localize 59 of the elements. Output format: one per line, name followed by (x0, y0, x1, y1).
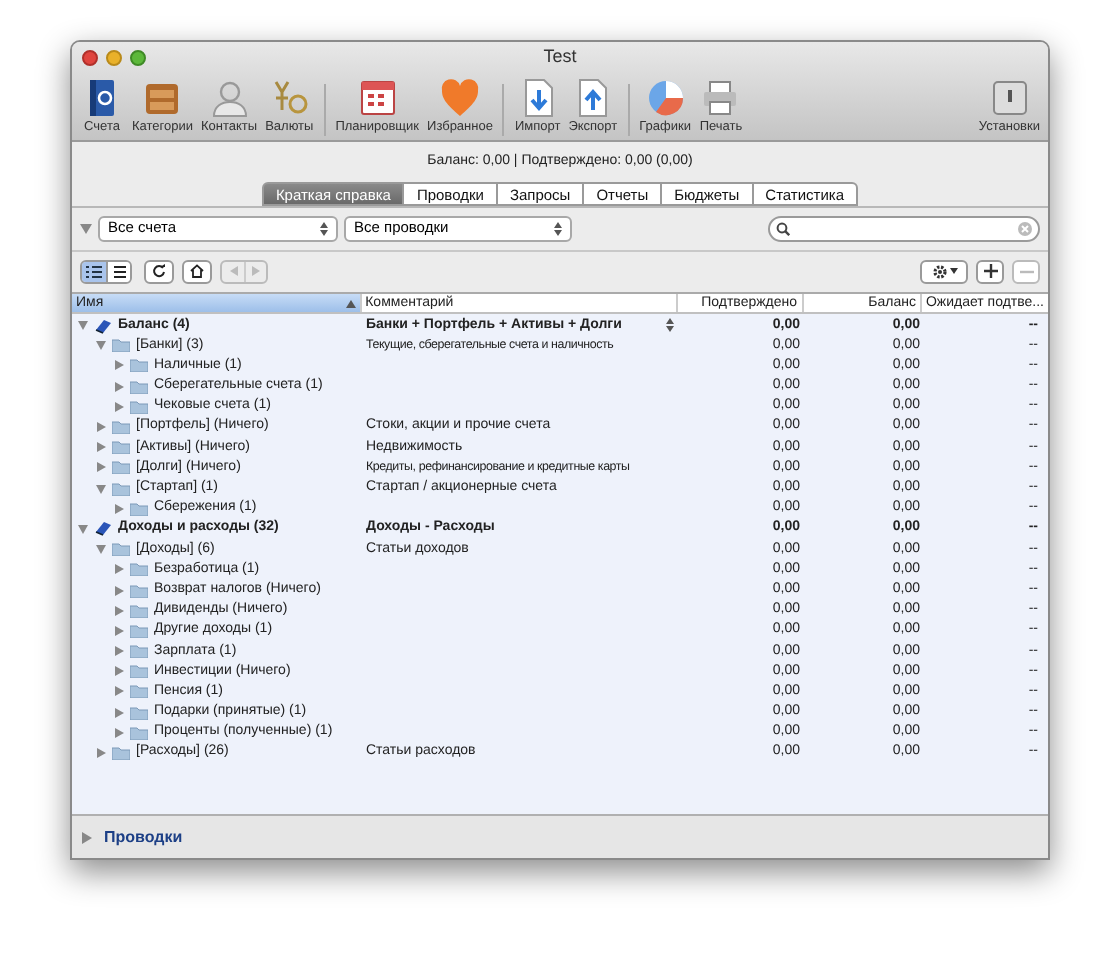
disclosure-icon[interactable] (78, 320, 88, 331)
heart-icon (437, 76, 482, 120)
disclosure-icon[interactable] (114, 605, 124, 616)
disclosure-icon[interactable] (96, 544, 106, 555)
disclosure-icon[interactable] (114, 503, 124, 514)
disclosure-icon[interactable] (114, 646, 124, 657)
list-icon (86, 265, 102, 277)
person-icon (207, 76, 252, 120)
stepper-icon (320, 221, 328, 235)
list-view-button[interactable] (106, 261, 130, 281)
search-field[interactable] (768, 215, 1040, 241)
book-icon (94, 317, 112, 334)
pie-chart-icon (643, 76, 688, 120)
disclosure-icon[interactable] (114, 360, 124, 371)
home-button[interactable] (182, 259, 212, 283)
minus-icon (1019, 269, 1033, 273)
search-icon (776, 221, 790, 235)
zoom-button[interactable] (130, 50, 146, 66)
disclosure-icon[interactable] (114, 707, 124, 718)
add-button[interactable] (976, 259, 1004, 283)
book-icon (94, 520, 112, 537)
disclosure-icon[interactable] (114, 585, 124, 596)
caret-icon (949, 268, 957, 274)
stepper-icon[interactable] (666, 318, 674, 333)
window-title: Test (543, 44, 577, 71)
action-menu-button[interactable] (920, 259, 968, 283)
disclosure-icon[interactable] (114, 666, 124, 677)
disclosure-icon[interactable] (82, 831, 92, 843)
disclosure-icon[interactable] (96, 483, 106, 494)
refresh-button[interactable] (144, 259, 174, 283)
outline-view-button[interactable] (82, 261, 106, 281)
section-title[interactable]: Проводки (104, 825, 183, 849)
sort-ascending-icon (345, 299, 356, 307)
disclosure-icon[interactable] (80, 223, 92, 233)
list-icon (113, 265, 125, 277)
home-icon (190, 264, 204, 278)
disclosure-icon[interactable] (114, 381, 124, 392)
disclosure-icon[interactable] (114, 564, 124, 575)
disclosure-icon[interactable] (114, 625, 124, 636)
calendar-icon (355, 76, 400, 120)
left-arrow-icon (229, 266, 237, 276)
minimize-button[interactable] (106, 50, 122, 66)
disclosure-icon[interactable] (114, 727, 124, 738)
disclosure-icon[interactable] (78, 523, 88, 534)
plus-icon (983, 264, 997, 278)
disclosure-icon[interactable] (96, 442, 106, 453)
gear-icon (931, 263, 947, 279)
right-arrow-icon (252, 266, 260, 276)
disclosure-icon[interactable] (96, 340, 106, 351)
disclosure-icon[interactable] (96, 422, 106, 433)
clear-icon[interactable] (1018, 221, 1032, 235)
disclosure-icon[interactable] (114, 686, 124, 697)
disclosure-icon[interactable] (96, 462, 106, 473)
refresh-icon (152, 264, 166, 278)
disclosure-icon[interactable] (114, 401, 124, 412)
close-button[interactable] (82, 50, 98, 66)
stepper-icon (554, 221, 562, 235)
switch-icon (987, 76, 1032, 120)
disclosure-icon[interactable] (96, 748, 106, 759)
